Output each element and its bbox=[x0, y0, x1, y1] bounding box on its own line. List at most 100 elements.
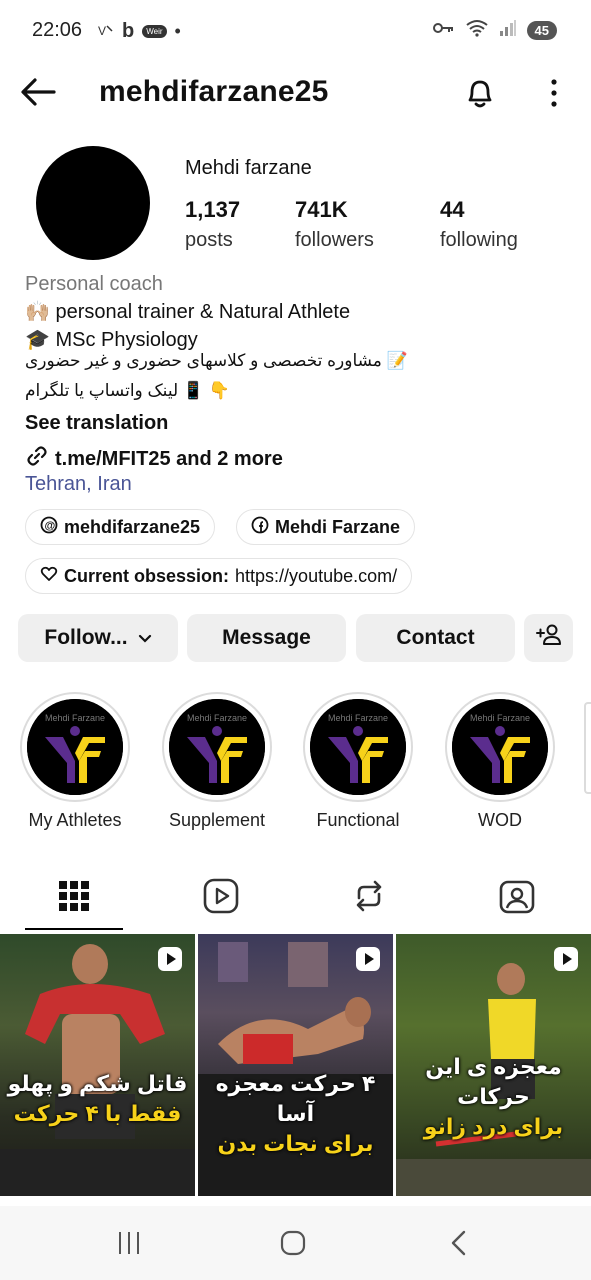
bio-line: 🙌🏼 personal trainer & Natural Athlete bbox=[25, 301, 351, 323]
following-count: 44 bbox=[440, 197, 465, 222]
status-bar: 22:06 V b Weir • 45 bbox=[0, 0, 591, 60]
header-username: mehdifarzane25 bbox=[99, 75, 329, 108]
threads-username: mehdifarzane25 bbox=[64, 516, 201, 537]
follow-label: Follow... bbox=[44, 626, 128, 649]
profile-avatar[interactable] bbox=[36, 146, 150, 260]
see-translation-link[interactable]: See translation bbox=[25, 412, 585, 435]
bio-line: لینک واتساپ یا تلگرام 📱 👇 bbox=[25, 381, 230, 400]
tagged-icon bbox=[497, 880, 537, 920]
weir-icon: Weir bbox=[142, 25, 167, 38]
follow-button[interactable]: Follow... bbox=[18, 614, 178, 662]
threads-chip[interactable]: @ mehdifarzane25 bbox=[25, 509, 216, 545]
post-thumbnail[interactable]: معجزه ی این حرکات برای درد زانو bbox=[396, 934, 591, 1196]
posts-stat[interactable]: 1,137 posts bbox=[185, 197, 240, 252]
message-button[interactable]: Message bbox=[187, 614, 346, 662]
highlight-functional[interactable]: Mehdi Farzane Functional bbox=[302, 692, 414, 831]
facebook-icon bbox=[251, 516, 269, 539]
status-time: 22:06 bbox=[32, 19, 83, 41]
post-caption-line: برای درد زانو bbox=[423, 1114, 564, 1139]
post-thumbnail[interactable]: ۴ حرکت معجزه آسا برای نجات بدن bbox=[198, 934, 393, 1196]
chevron-down-icon bbox=[138, 626, 152, 650]
b-app-icon: b bbox=[122, 20, 135, 42]
contact-label: Contact bbox=[396, 626, 475, 649]
svg-text:Mehdi Farzane: Mehdi Farzane bbox=[328, 713, 388, 723]
link-text: t.me/MFIT25 and 2 more bbox=[55, 447, 283, 470]
signal-icon bbox=[499, 19, 517, 42]
reposts-tab[interactable] bbox=[349, 876, 389, 916]
dot-icon: • bbox=[174, 21, 181, 41]
contact-button[interactable]: Contact bbox=[356, 614, 515, 662]
back-icon[interactable] bbox=[448, 1230, 470, 1261]
bell-icon[interactable] bbox=[460, 73, 500, 118]
post-caption-line: قاتل شکم و پهلو bbox=[7, 1071, 188, 1096]
profile-category: Personal coach bbox=[25, 273, 163, 295]
highlight-supplement[interactable]: Mehdi Farzane Supplement bbox=[161, 692, 273, 831]
profile-full-name: Mehdi farzane bbox=[185, 157, 312, 179]
svg-text:Mehdi Farzane: Mehdi Farzane bbox=[470, 713, 530, 723]
highlight-next-partial[interactable] bbox=[584, 702, 591, 794]
system-nav-bar bbox=[0, 1206, 591, 1280]
svg-text:Mehdi Farzane: Mehdi Farzane bbox=[187, 713, 247, 723]
external-link[interactable]: t.me/MFIT25 and 2 more bbox=[25, 444, 585, 474]
threads-icon: @ bbox=[40, 516, 58, 539]
obsession-chip[interactable]: Current obsession: https://youtube.com/ bbox=[25, 558, 413, 594]
back-arrow-icon[interactable] bbox=[18, 74, 58, 110]
highlight-logo-icon: Mehdi Farzane bbox=[169, 699, 265, 795]
svg-text:@: @ bbox=[45, 520, 56, 532]
key-icon bbox=[432, 21, 455, 40]
obsession-label: Current obsession: bbox=[64, 565, 230, 586]
following-label: following bbox=[440, 229, 518, 251]
followers-label: followers bbox=[295, 229, 374, 251]
link-icon bbox=[25, 444, 49, 474]
followers-stat[interactable]: 741K followers bbox=[295, 197, 374, 252]
heart-icon bbox=[40, 565, 58, 588]
grid-tab[interactable] bbox=[54, 876, 94, 916]
reel-play-icon bbox=[157, 946, 183, 972]
reels-icon bbox=[201, 878, 241, 920]
repost-icon bbox=[349, 880, 389, 920]
highlight-label: WOD bbox=[478, 810, 522, 830]
highlight-label: My Athletes bbox=[28, 810, 122, 830]
athlete-photo-icon bbox=[0, 944, 195, 1196]
highlight-label: Functional bbox=[316, 810, 400, 830]
profile-tabs bbox=[0, 862, 591, 932]
active-tab-indicator bbox=[25, 928, 123, 930]
location-link[interactable]: Tehran, Iran bbox=[25, 473, 585, 496]
post-caption-line: برای نجات بدن bbox=[217, 1131, 374, 1156]
reel-play-icon bbox=[355, 946, 381, 972]
highlight-logo-icon: Mehdi Farzane bbox=[27, 699, 123, 795]
reel-play-icon bbox=[553, 946, 579, 972]
highlight-my-athletes[interactable]: Mehdi Farzane My Athletes bbox=[19, 692, 131, 831]
battery-indicator: 45 bbox=[526, 21, 557, 40]
svg-text:Mehdi Farzane: Mehdi Farzane bbox=[45, 713, 105, 723]
tagged-tab[interactable] bbox=[497, 876, 537, 916]
message-label: Message bbox=[222, 626, 311, 649]
reels-tab[interactable] bbox=[201, 876, 241, 916]
add-user-button[interactable] bbox=[524, 614, 573, 662]
post-caption-line: معجزه ی این حرکات bbox=[425, 1054, 562, 1109]
bio-line: 🎓 MSc Physiology bbox=[25, 329, 198, 351]
facebook-chip[interactable]: Mehdi Farzane bbox=[236, 509, 416, 545]
posts-grid: قاتل شکم و پهلو فقط با ۴ حرکت ۴ حرکت معج… bbox=[0, 934, 591, 1196]
bio-line: مشاوره تخصصی و کلاسهای حضوری و غیر حضوری… bbox=[25, 351, 408, 370]
highlight-logo-icon: Mehdi Farzane bbox=[310, 699, 406, 795]
more-options-icon[interactable] bbox=[540, 77, 568, 114]
posts-label: posts bbox=[185, 229, 233, 251]
highlight-wod[interactable]: Mehdi Farzane WOD bbox=[444, 692, 556, 831]
vowifi-icon: V bbox=[98, 23, 114, 41]
grid-icon bbox=[54, 881, 94, 920]
recent-apps-icon[interactable] bbox=[116, 1230, 142, 1261]
following-stat[interactable]: 44 following bbox=[440, 197, 518, 252]
svg-text:V: V bbox=[98, 24, 106, 37]
followers-count: 741K bbox=[295, 197, 348, 222]
post-thumbnail[interactable]: قاتل شکم و پهلو فقط با ۴ حرکت bbox=[0, 934, 195, 1196]
profile-header: mehdifarzane25 bbox=[0, 60, 591, 126]
post-caption-line: فقط با ۴ حرکت bbox=[13, 1101, 182, 1126]
highlight-logo-icon: Mehdi Farzane bbox=[452, 699, 548, 795]
highlight-label: Supplement bbox=[168, 810, 266, 830]
facebook-name: Mehdi Farzane bbox=[275, 516, 401, 537]
wifi-icon bbox=[465, 19, 489, 42]
posts-count: 1,137 bbox=[185, 197, 241, 222]
home-icon[interactable] bbox=[280, 1230, 306, 1261]
add-user-icon bbox=[535, 623, 563, 653]
